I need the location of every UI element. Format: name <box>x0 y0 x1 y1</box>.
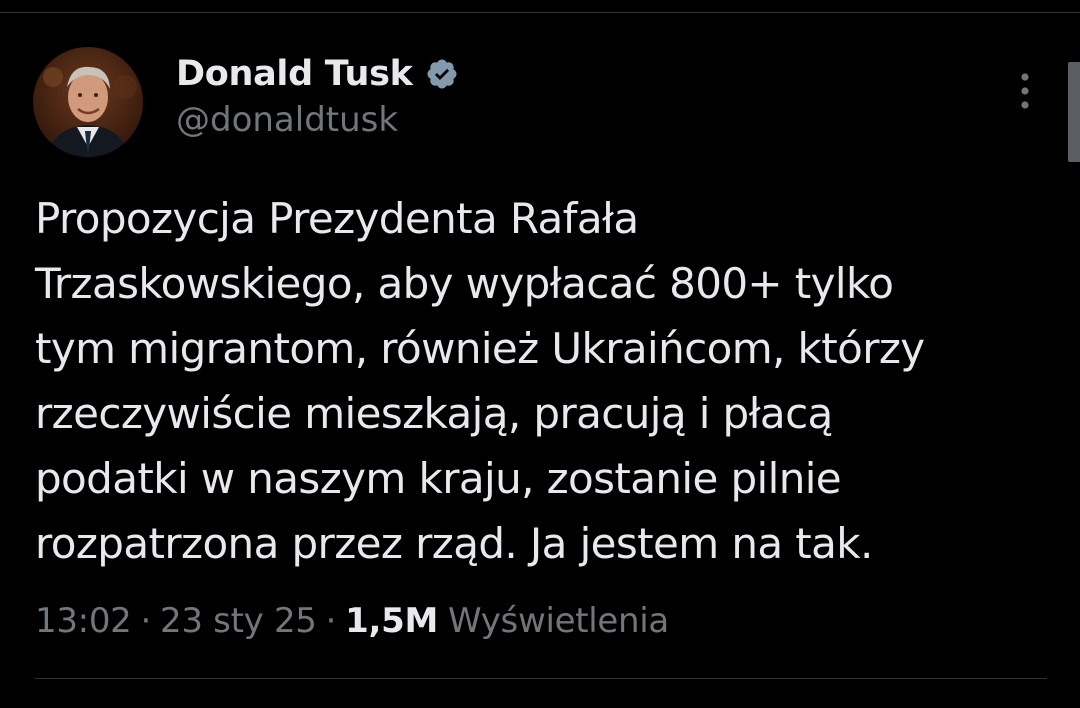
tweet-text-line: rozpatrzona przez rząd. Ja jestem na tak… <box>35 519 873 568</box>
views-count[interactable]: 1,5M <box>345 601 438 641</box>
bottom-divider <box>35 678 1047 679</box>
verified-badge-icon[interactable] <box>425 57 459 91</box>
avatar-image <box>33 47 143 157</box>
top-divider <box>0 12 1080 13</box>
views-label[interactable]: Wyświetlenia <box>448 601 669 641</box>
tweet-text-line: rzeczywiście mieszkają, pracują i płacą <box>35 389 833 438</box>
author-handle[interactable]: @donaldtusk <box>176 100 398 140</box>
avatar[interactable] <box>33 47 143 157</box>
tweet-text-line: tym migrantom, również Ukraińcom, którzy <box>35 324 925 373</box>
tweet-text: Propozycja Prezydenta Rafała Trzaskowski… <box>35 186 1055 576</box>
more-vertical-icon[interactable] <box>1014 72 1036 110</box>
tweet-date[interactable]: 23 sty 25 <box>160 601 317 641</box>
tweet-text-line: Propozycja Prezydenta Rafała <box>35 194 639 243</box>
author-display-name[interactable]: Donald Tusk <box>176 54 413 94</box>
meta-separator: · <box>325 601 337 641</box>
author-name-row[interactable]: Donald Tusk <box>176 50 459 98</box>
tweet-time[interactable]: 13:02 <box>35 601 132 641</box>
tweet-text-line: Trzaskowskiego, aby wypłacać 800+ tylko <box>35 259 894 308</box>
tweet-meta: 13:02 · 23 sty 25 · 1,5M Wyświetlenia <box>35 598 669 644</box>
meta-separator: · <box>140 601 151 641</box>
tweet-text-line: podatki w naszym kraju, zostanie pilnie <box>35 454 842 503</box>
scrollbar[interactable] <box>1068 62 1080 162</box>
